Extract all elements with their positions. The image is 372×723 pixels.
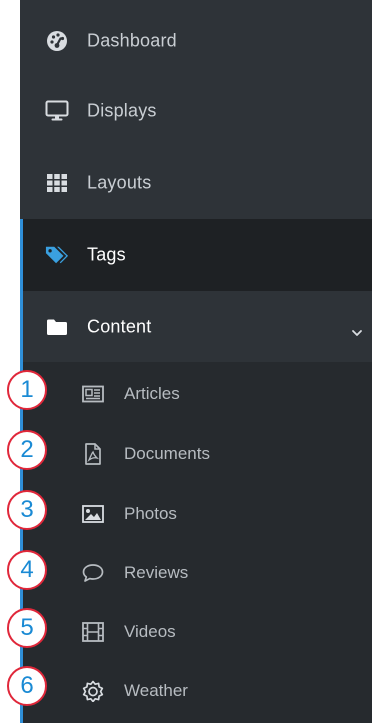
dashboard-gauge-icon <box>45 30 69 52</box>
tags-icon <box>45 244 69 266</box>
film-icon <box>82 621 104 642</box>
pdf-file-icon <box>82 442 104 465</box>
chevron-down-icon[interactable] <box>350 322 364 336</box>
annotation-badge-1: 1 <box>7 370 47 410</box>
nav-item-content[interactable]: Content <box>20 291 372 363</box>
content-submenu: Articles Documents Photos Reviews Videos… <box>20 362 372 723</box>
submenu-label-reviews: Reviews <box>124 562 189 582</box>
annotation-badge-4: 4 <box>7 550 47 590</box>
annotation-badge-3: 3 <box>7 490 47 530</box>
nav-label-dashboard: Dashboard <box>87 30 177 51</box>
sidebar-nav: Dashboard Displays Layouts Tags Content … <box>20 0 372 723</box>
submenu-item-videos[interactable]: Videos <box>23 602 372 661</box>
nav-label-tags: Tags <box>87 244 126 265</box>
image-icon <box>82 504 104 524</box>
submenu-item-photos[interactable]: Photos <box>23 484 372 543</box>
annotation-badge-6: 6 <box>7 666 47 706</box>
nav-label-displays: Displays <box>87 100 157 121</box>
newspaper-icon <box>82 384 104 404</box>
nav-item-dashboard[interactable]: Dashboard <box>20 5 372 77</box>
monitor-icon <box>45 100 69 122</box>
nav-item-displays[interactable]: Displays <box>20 75 372 147</box>
submenu-item-weather[interactable]: Weather <box>23 661 372 720</box>
grid-icon <box>45 172 69 194</box>
submenu-label-weather: Weather <box>124 680 188 700</box>
submenu-label-photos: Photos <box>124 503 177 523</box>
comment-icon <box>82 563 104 583</box>
nav-item-layouts[interactable]: Layouts <box>20 147 372 219</box>
submenu-label-documents: Documents <box>124 443 210 463</box>
submenu-label-videos: Videos <box>124 621 176 641</box>
annotation-badge-2: 2 <box>7 430 47 470</box>
submenu-item-documents[interactable]: Documents <box>23 424 372 483</box>
submenu-label-articles: Articles <box>124 383 180 403</box>
folder-icon <box>45 316 69 338</box>
submenu-item-articles[interactable]: Articles <box>23 364 372 423</box>
nav-label-layouts: Layouts <box>87 172 152 193</box>
annotation-badge-5: 5 <box>7 608 47 648</box>
nav-label-content: Content <box>87 316 152 337</box>
submenu-item-reviews[interactable]: Reviews <box>23 543 372 602</box>
nav-item-tags[interactable]: Tags <box>20 219 372 291</box>
sun-icon <box>82 680 104 702</box>
